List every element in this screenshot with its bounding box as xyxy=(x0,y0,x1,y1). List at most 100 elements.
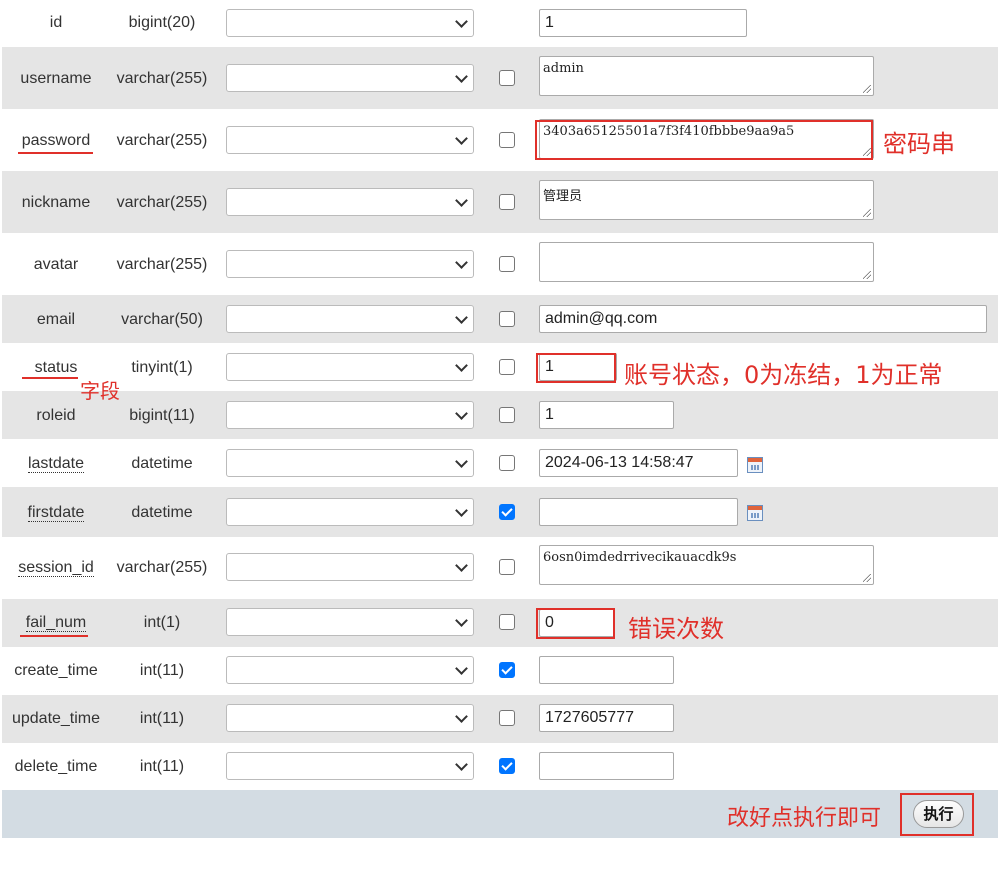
null-checkbox[interactable] xyxy=(499,758,515,774)
null-checkbox[interactable] xyxy=(499,455,515,471)
function-select[interactable] xyxy=(226,401,474,429)
function-select[interactable] xyxy=(226,449,474,477)
field-type: int(11) xyxy=(139,710,185,727)
field-row-fail-num: fail_num int(1) 0 xyxy=(2,599,998,647)
field-row-roleid: roleid bigint(11) 1 xyxy=(2,391,998,439)
field-name: id xyxy=(49,14,63,31)
chevron-down-icon xyxy=(455,15,468,28)
null-checkbox[interactable] xyxy=(499,132,515,148)
field-name: update_time xyxy=(11,710,101,727)
field-name: firstdate xyxy=(2,503,110,523)
field-row-update-time: update_time int(11) 1727605777 xyxy=(2,695,998,743)
field-type: varchar(255) xyxy=(116,70,208,87)
value-input[interactable]: 2024-06-13 14:58:47 xyxy=(539,449,738,477)
function-select[interactable] xyxy=(226,752,474,780)
null-checkbox[interactable] xyxy=(499,70,515,86)
function-select[interactable] xyxy=(226,126,474,154)
chevron-down-icon xyxy=(455,256,468,269)
field-type: varchar(255) xyxy=(116,194,208,211)
chevron-down-icon xyxy=(455,662,468,675)
field-row-delete-time: delete_time int(11) xyxy=(2,743,998,790)
field-name-text: firstdate xyxy=(27,504,85,522)
annotation-execute-hint: 改好点执行即可 xyxy=(727,806,882,831)
field-type: bigint(20) xyxy=(128,14,196,31)
field-type: int(11) xyxy=(139,758,185,775)
annotation-box-fail-num xyxy=(536,608,615,639)
function-select[interactable] xyxy=(226,64,474,92)
function-select[interactable] xyxy=(226,250,474,278)
field-name-text: fail_num xyxy=(25,614,87,632)
field-name: delete_time xyxy=(14,758,98,775)
value-textarea[interactable]: 管理员 xyxy=(539,180,874,220)
field-name-text: session_id xyxy=(18,559,94,577)
calendar-icon[interactable] xyxy=(747,505,763,521)
field-row-avatar: avatar varchar(255) xyxy=(2,233,998,295)
field-type: varchar(255) xyxy=(116,132,208,149)
chevron-down-icon xyxy=(455,407,468,420)
field-name: create_time xyxy=(14,662,98,679)
field-type: varchar(255) xyxy=(116,559,208,576)
annotation-underline-password xyxy=(18,152,93,154)
field-type: int(1) xyxy=(143,614,181,631)
null-checkbox[interactable] xyxy=(499,359,515,375)
null-checkbox[interactable] xyxy=(499,662,515,678)
field-type: int(11) xyxy=(139,662,185,679)
function-select[interactable] xyxy=(226,704,474,732)
annotation-underline-status xyxy=(22,377,78,379)
value-textarea[interactable] xyxy=(539,242,874,282)
function-select[interactable] xyxy=(226,305,474,333)
field-type: datetime xyxy=(131,504,193,521)
annotation-fail-num: 错误次数 xyxy=(628,615,724,643)
field-name: username xyxy=(20,70,92,87)
annotation-password: 密码串 xyxy=(883,130,955,158)
annotation-box-status xyxy=(536,353,616,383)
function-select[interactable] xyxy=(226,9,474,37)
field-name: password xyxy=(21,132,91,149)
field-type: tinyint(1) xyxy=(131,359,193,376)
field-row-username: username varchar(255) admin xyxy=(2,47,998,109)
annotation-status: 账号状态，0为冻结，1为正常 xyxy=(624,361,943,389)
value-textarea[interactable]: 6osn0imdedrrivecikauacdk9s xyxy=(539,545,874,585)
null-checkbox[interactable] xyxy=(499,407,515,423)
field-name: session_id xyxy=(2,558,110,578)
chevron-down-icon xyxy=(455,614,468,627)
field-name: email xyxy=(36,311,76,328)
value-input[interactable] xyxy=(539,656,674,684)
value-input[interactable]: 1727605777 xyxy=(539,704,674,732)
value-input[interactable] xyxy=(539,752,674,780)
field-row-id: id bigint(20) 1 xyxy=(2,0,998,47)
function-select[interactable] xyxy=(226,553,474,581)
null-checkbox[interactable] xyxy=(499,194,515,210)
value-input[interactable]: 1 xyxy=(539,9,747,37)
value-input[interactable]: admin@qq.com xyxy=(539,305,987,333)
null-checkbox[interactable] xyxy=(499,311,515,327)
null-checkbox[interactable] xyxy=(499,256,515,272)
field-row-lastdate: lastdate datetime 2024-06-13 14:58:47 xyxy=(2,439,998,487)
annotation-status-field: 字段 xyxy=(80,379,120,403)
field-row-firstdate: firstdate datetime xyxy=(2,487,998,537)
field-type: varchar(255) xyxy=(116,256,208,273)
chevron-down-icon xyxy=(455,194,468,207)
field-name: fail_num xyxy=(2,613,110,633)
null-checkbox[interactable] xyxy=(499,614,515,630)
null-checkbox[interactable] xyxy=(499,504,515,520)
field-row-session-id: session_id varchar(255) 6osn0imdedrrivec… xyxy=(2,537,998,599)
annotation-underline-fail-num xyxy=(20,635,88,637)
calendar-icon[interactable] xyxy=(747,457,763,473)
value-input[interactable] xyxy=(539,498,738,526)
function-select[interactable] xyxy=(226,188,474,216)
field-name-text: lastdate xyxy=(27,455,85,473)
chevron-down-icon xyxy=(455,70,468,83)
field-type: varchar(50) xyxy=(121,311,203,328)
null-checkbox[interactable] xyxy=(499,559,515,575)
field-row-email: email varchar(50) admin@qq.com xyxy=(2,295,998,343)
chevron-down-icon xyxy=(455,455,468,468)
value-textarea[interactable]: admin xyxy=(539,56,874,96)
value-input[interactable]: 1 xyxy=(539,401,674,429)
function-select[interactable] xyxy=(226,656,474,684)
null-checkbox[interactable] xyxy=(499,710,515,726)
function-select[interactable] xyxy=(226,353,474,381)
field-type: bigint(11) xyxy=(129,407,195,424)
function-select[interactable] xyxy=(226,608,474,636)
function-select[interactable] xyxy=(226,498,474,526)
